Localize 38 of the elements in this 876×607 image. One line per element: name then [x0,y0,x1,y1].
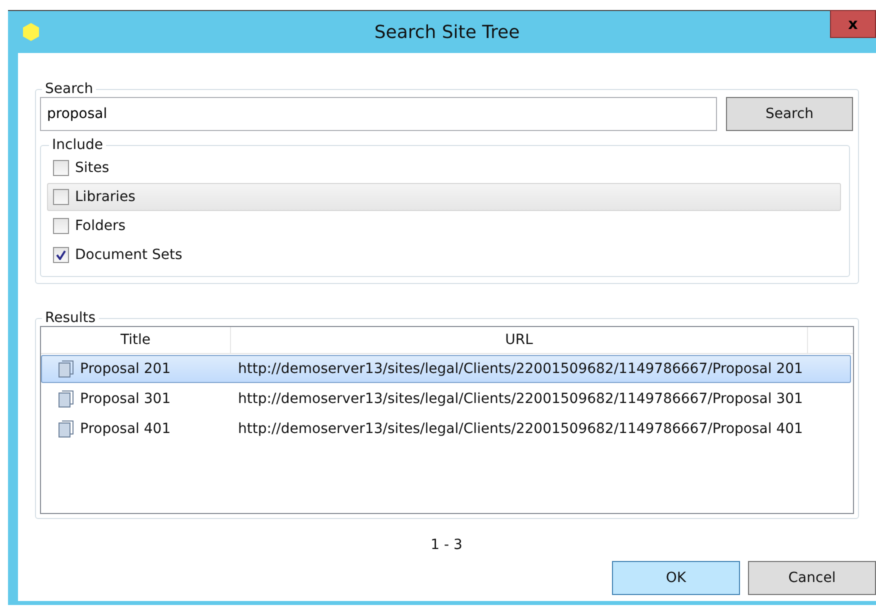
title-cell: Proposal 201 [80,361,171,377]
result-row[interactable]: Proposal 401 http://demoserver13/sites/legal/Clients/22001509682/1149786667/Proposal 401 [41,415,851,443]
checkbox[interactable] [53,160,69,176]
title-cell: Proposal 401 [80,421,171,437]
checkmark-icon [56,250,66,260]
result-count: 1 - 3 [430,537,464,553]
url-cell: http://demoserver13/sites/legal/Clients/22001509682/1149786667/Proposal 401 [238,421,803,437]
dialog-button[interactable]: Cancel [748,561,876,595]
url-cell: http://demoserver13/sites/legal/Clients/22001509682/1149786667/Proposal 201 [238,361,803,377]
checkbox[interactable] [53,218,69,234]
search-field[interactable]: proposal [40,97,717,131]
close-button[interactable]: x [830,10,876,38]
option-label: Sites [75,160,110,176]
option-label: Document Sets [75,247,182,263]
checkbox[interactable] [53,247,69,263]
hexagon-icon [22,22,40,42]
option-row[interactable]: Document Sets [47,241,841,269]
document-icon [58,390,74,408]
column-header[interactable]: URL [231,327,808,353]
url-cell: http://demoserver13/sites/legal/Clients/22001509682/1149786667/Proposal 301 [238,391,803,407]
search-button[interactable]: Search [726,97,853,131]
option-label: Libraries [75,189,136,205]
option-row[interactable]: Sites [47,154,841,182]
option-row[interactable]: Libraries [47,183,841,211]
group-label: Results [44,310,97,326]
option-row[interactable]: Folders [47,212,841,240]
result-row[interactable]: Proposal 201 http://demoserver13/sites/legal/Clients/22001509682/1149786667/Proposal 201 [41,355,851,383]
result-row[interactable]: Proposal 301 http://demoserver13/sites/legal/Clients/22001509682/1149786667/Proposal 301 [41,385,851,413]
group-label: Include [51,137,104,153]
dialog-button[interactable]: OK [612,561,740,595]
checkbox[interactable] [53,189,69,205]
group-label: Search [44,81,94,97]
document-icon [58,420,74,438]
document-icon [58,360,74,378]
column-header[interactable]: Title [41,327,231,353]
window-title: Search Site Tree [374,22,520,42]
title-cell: Proposal 301 [80,391,171,407]
option-label: Folders [75,218,126,234]
